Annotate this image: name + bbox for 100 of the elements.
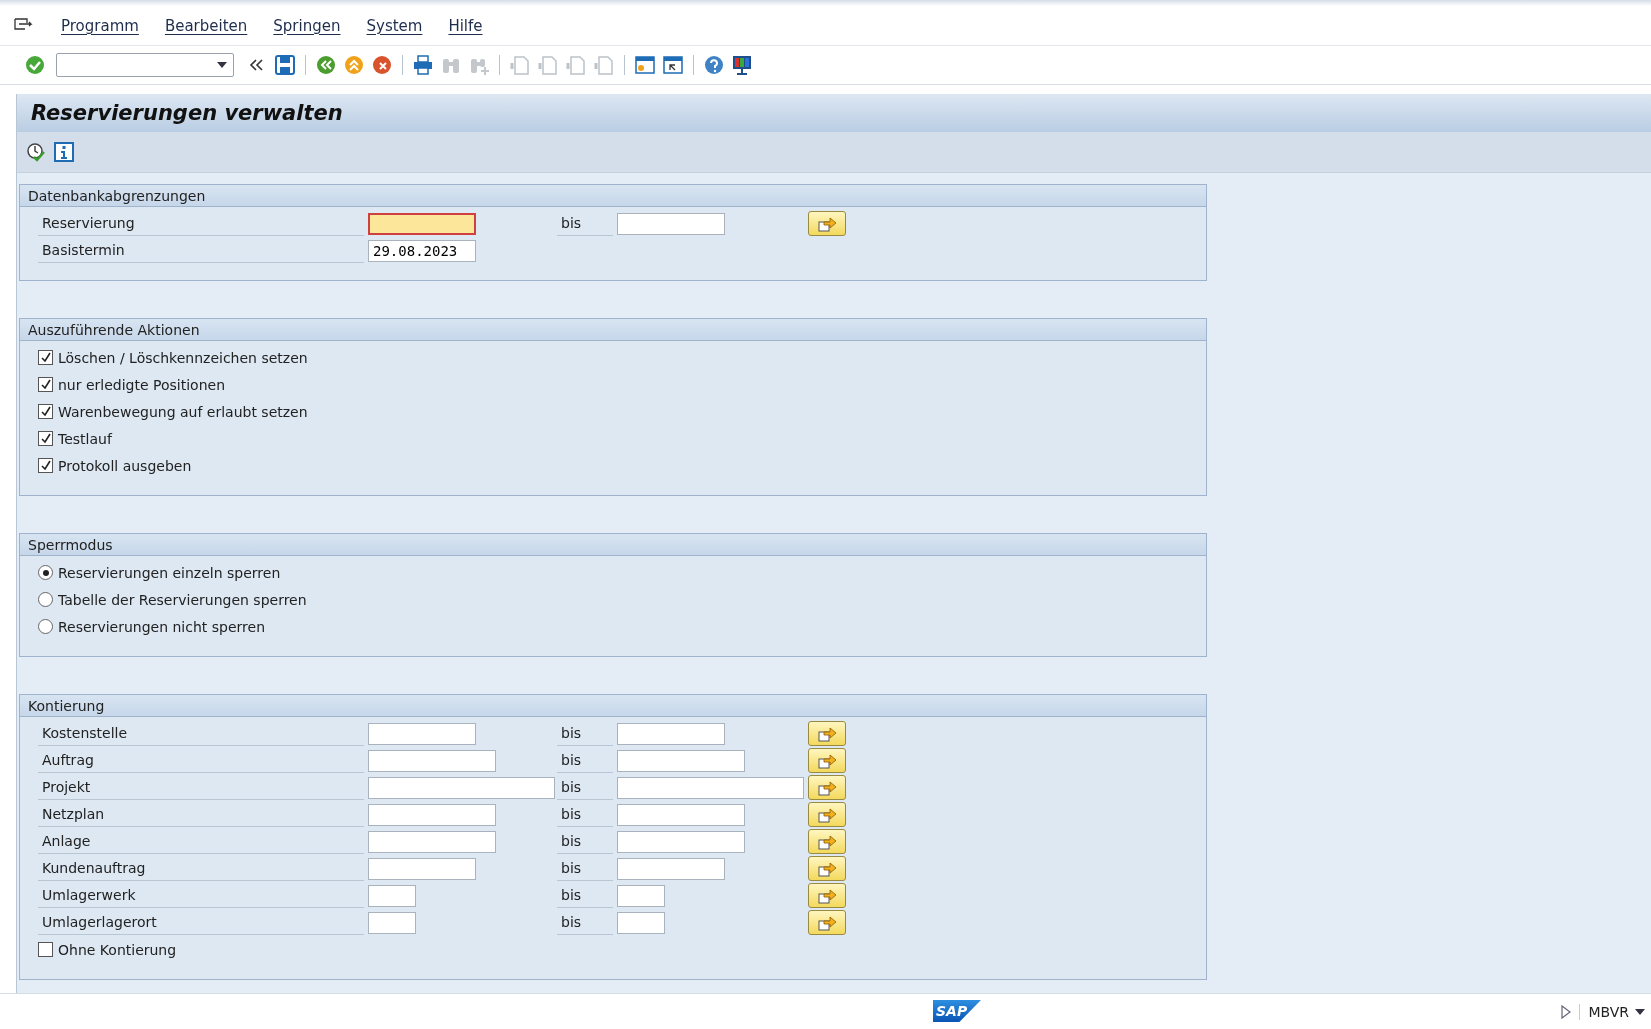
arrow-icon bbox=[818, 914, 836, 931]
field-label: Projekt bbox=[38, 775, 364, 800]
arrow-icon bbox=[818, 725, 836, 742]
checkbox-label: Ohne Kontierung bbox=[57, 941, 177, 958]
arrow-icon bbox=[818, 833, 836, 850]
field-label: Auftrag bbox=[38, 748, 364, 773]
multiple-selection-button[interactable] bbox=[808, 883, 846, 908]
multiple-selection-button[interactable] bbox=[808, 748, 846, 773]
menu-item[interactable]: Programm bbox=[48, 16, 152, 35]
multiple-selection-button[interactable] bbox=[808, 910, 846, 935]
input-field[interactable] bbox=[617, 776, 804, 799]
arrow-icon bbox=[818, 860, 836, 877]
checkbox[interactable] bbox=[38, 431, 53, 446]
sap-logo: SAP bbox=[933, 1000, 981, 1022]
field-label: Umlagerwerk bbox=[38, 883, 364, 908]
field-label: Netzplan bbox=[38, 802, 364, 827]
multiple-selection-button[interactable] bbox=[808, 802, 846, 827]
checkbox-label: Testlauf bbox=[57, 430, 112, 447]
menu-item[interactable]: Hilfe bbox=[435, 16, 496, 35]
input-field[interactable] bbox=[368, 212, 476, 235]
arrow-icon bbox=[818, 752, 836, 769]
input-field[interactable] bbox=[368, 776, 555, 799]
range-label: bis bbox=[557, 748, 613, 773]
new-window-icon[interactable] bbox=[634, 54, 656, 76]
multiple-selection-button[interactable] bbox=[808, 721, 846, 746]
input-field[interactable] bbox=[368, 749, 496, 772]
group-title: Datenbankabgrenzungen bbox=[20, 185, 1206, 207]
input-field[interactable]: 29.08.2023 bbox=[368, 239, 476, 262]
exit-icon[interactable] bbox=[343, 54, 365, 76]
multiple-selection-button[interactable] bbox=[808, 775, 846, 800]
input-field[interactable] bbox=[617, 857, 725, 880]
radio-label: Reservierungen einzeln sperren bbox=[57, 564, 281, 581]
input-field[interactable] bbox=[617, 911, 665, 934]
input-field[interactable] bbox=[368, 884, 416, 907]
field-label: Basistermin bbox=[38, 238, 364, 263]
range-label: bis bbox=[557, 775, 613, 800]
input-field[interactable] bbox=[368, 830, 496, 853]
input-field[interactable] bbox=[368, 722, 476, 745]
save-icon[interactable] bbox=[274, 54, 296, 76]
arrow-icon bbox=[818, 215, 836, 232]
input-field[interactable] bbox=[617, 803, 745, 826]
group-title: Sperrmodus bbox=[20, 534, 1206, 556]
menu-item[interactable]: Springen bbox=[260, 16, 354, 35]
range-label: bis bbox=[557, 721, 613, 746]
multiple-selection-button[interactable] bbox=[808, 829, 846, 854]
field-label: Anlage bbox=[38, 829, 364, 854]
radio-label: Tabelle der Reservierungen sperren bbox=[57, 591, 307, 608]
range-label: bis bbox=[557, 211, 613, 236]
input-field[interactable] bbox=[368, 857, 476, 880]
multiple-selection-button[interactable] bbox=[808, 211, 846, 236]
cancel-icon[interactable] bbox=[371, 54, 393, 76]
input-field[interactable] bbox=[617, 722, 725, 745]
field-label: Umlagerlagerort bbox=[38, 910, 364, 935]
radio-label: Reservierungen nicht sperren bbox=[57, 618, 265, 635]
input-field[interactable] bbox=[617, 749, 745, 772]
help-icon[interactable] bbox=[703, 54, 725, 76]
checkbox[interactable] bbox=[38, 350, 53, 365]
input-field[interactable] bbox=[617, 212, 725, 235]
group-title: Auszuführende Aktionen bbox=[20, 319, 1206, 341]
info-icon[interactable] bbox=[53, 141, 75, 163]
caret-icon[interactable] bbox=[1635, 1008, 1645, 1015]
radio-button[interactable] bbox=[38, 619, 53, 634]
checkbox[interactable] bbox=[38, 404, 53, 419]
input-field[interactable] bbox=[368, 911, 416, 934]
field-label: Kundenauftrag bbox=[38, 856, 364, 881]
caret-icon bbox=[217, 62, 227, 68]
arrow-icon bbox=[818, 806, 836, 823]
monitor-icon[interactable] bbox=[731, 54, 753, 76]
checkbox[interactable] bbox=[38, 942, 53, 957]
execute-icon[interactable] bbox=[25, 141, 47, 163]
range-label: bis bbox=[557, 802, 613, 827]
command-field[interactable] bbox=[56, 53, 234, 77]
checkbox[interactable] bbox=[38, 458, 53, 473]
transaction-code: MBVR bbox=[1588, 1003, 1629, 1020]
checkbox-label: nur erledigte Positionen bbox=[57, 376, 226, 393]
confirm-icon[interactable] bbox=[24, 54, 46, 76]
range-label: bis bbox=[557, 883, 613, 908]
print-icon[interactable] bbox=[412, 54, 434, 76]
menu-item[interactable]: System bbox=[353, 16, 436, 35]
group-title: Kontierung bbox=[20, 695, 1206, 717]
radio-button[interactable] bbox=[38, 565, 53, 580]
screen-title: Reservierungen verwalten bbox=[31, 101, 343, 125]
play-icon[interactable] bbox=[1561, 1004, 1572, 1019]
back-icon[interactable] bbox=[315, 54, 337, 76]
arrow-icon bbox=[818, 779, 836, 796]
input-field[interactable] bbox=[617, 830, 745, 853]
checkbox-label: Warenbewegung auf erlaubt setzen bbox=[57, 403, 308, 420]
arrow-icon bbox=[818, 887, 836, 904]
input-field[interactable] bbox=[368, 803, 496, 826]
checkbox[interactable] bbox=[38, 377, 53, 392]
checkbox-label: Protokoll ausgeben bbox=[57, 457, 192, 474]
range-label: bis bbox=[557, 829, 613, 854]
range-label: bis bbox=[557, 910, 613, 935]
range-label: bis bbox=[557, 856, 613, 881]
checkbox-label: Löschen / Löschkennzeichen setzen bbox=[57, 349, 308, 366]
radio-button[interactable] bbox=[38, 592, 53, 607]
multiple-selection-button[interactable] bbox=[808, 856, 846, 881]
menu-item[interactable]: Bearbeiten bbox=[151, 16, 261, 35]
shortcut-window-icon[interactable] bbox=[662, 54, 684, 76]
input-field[interactable] bbox=[617, 884, 665, 907]
